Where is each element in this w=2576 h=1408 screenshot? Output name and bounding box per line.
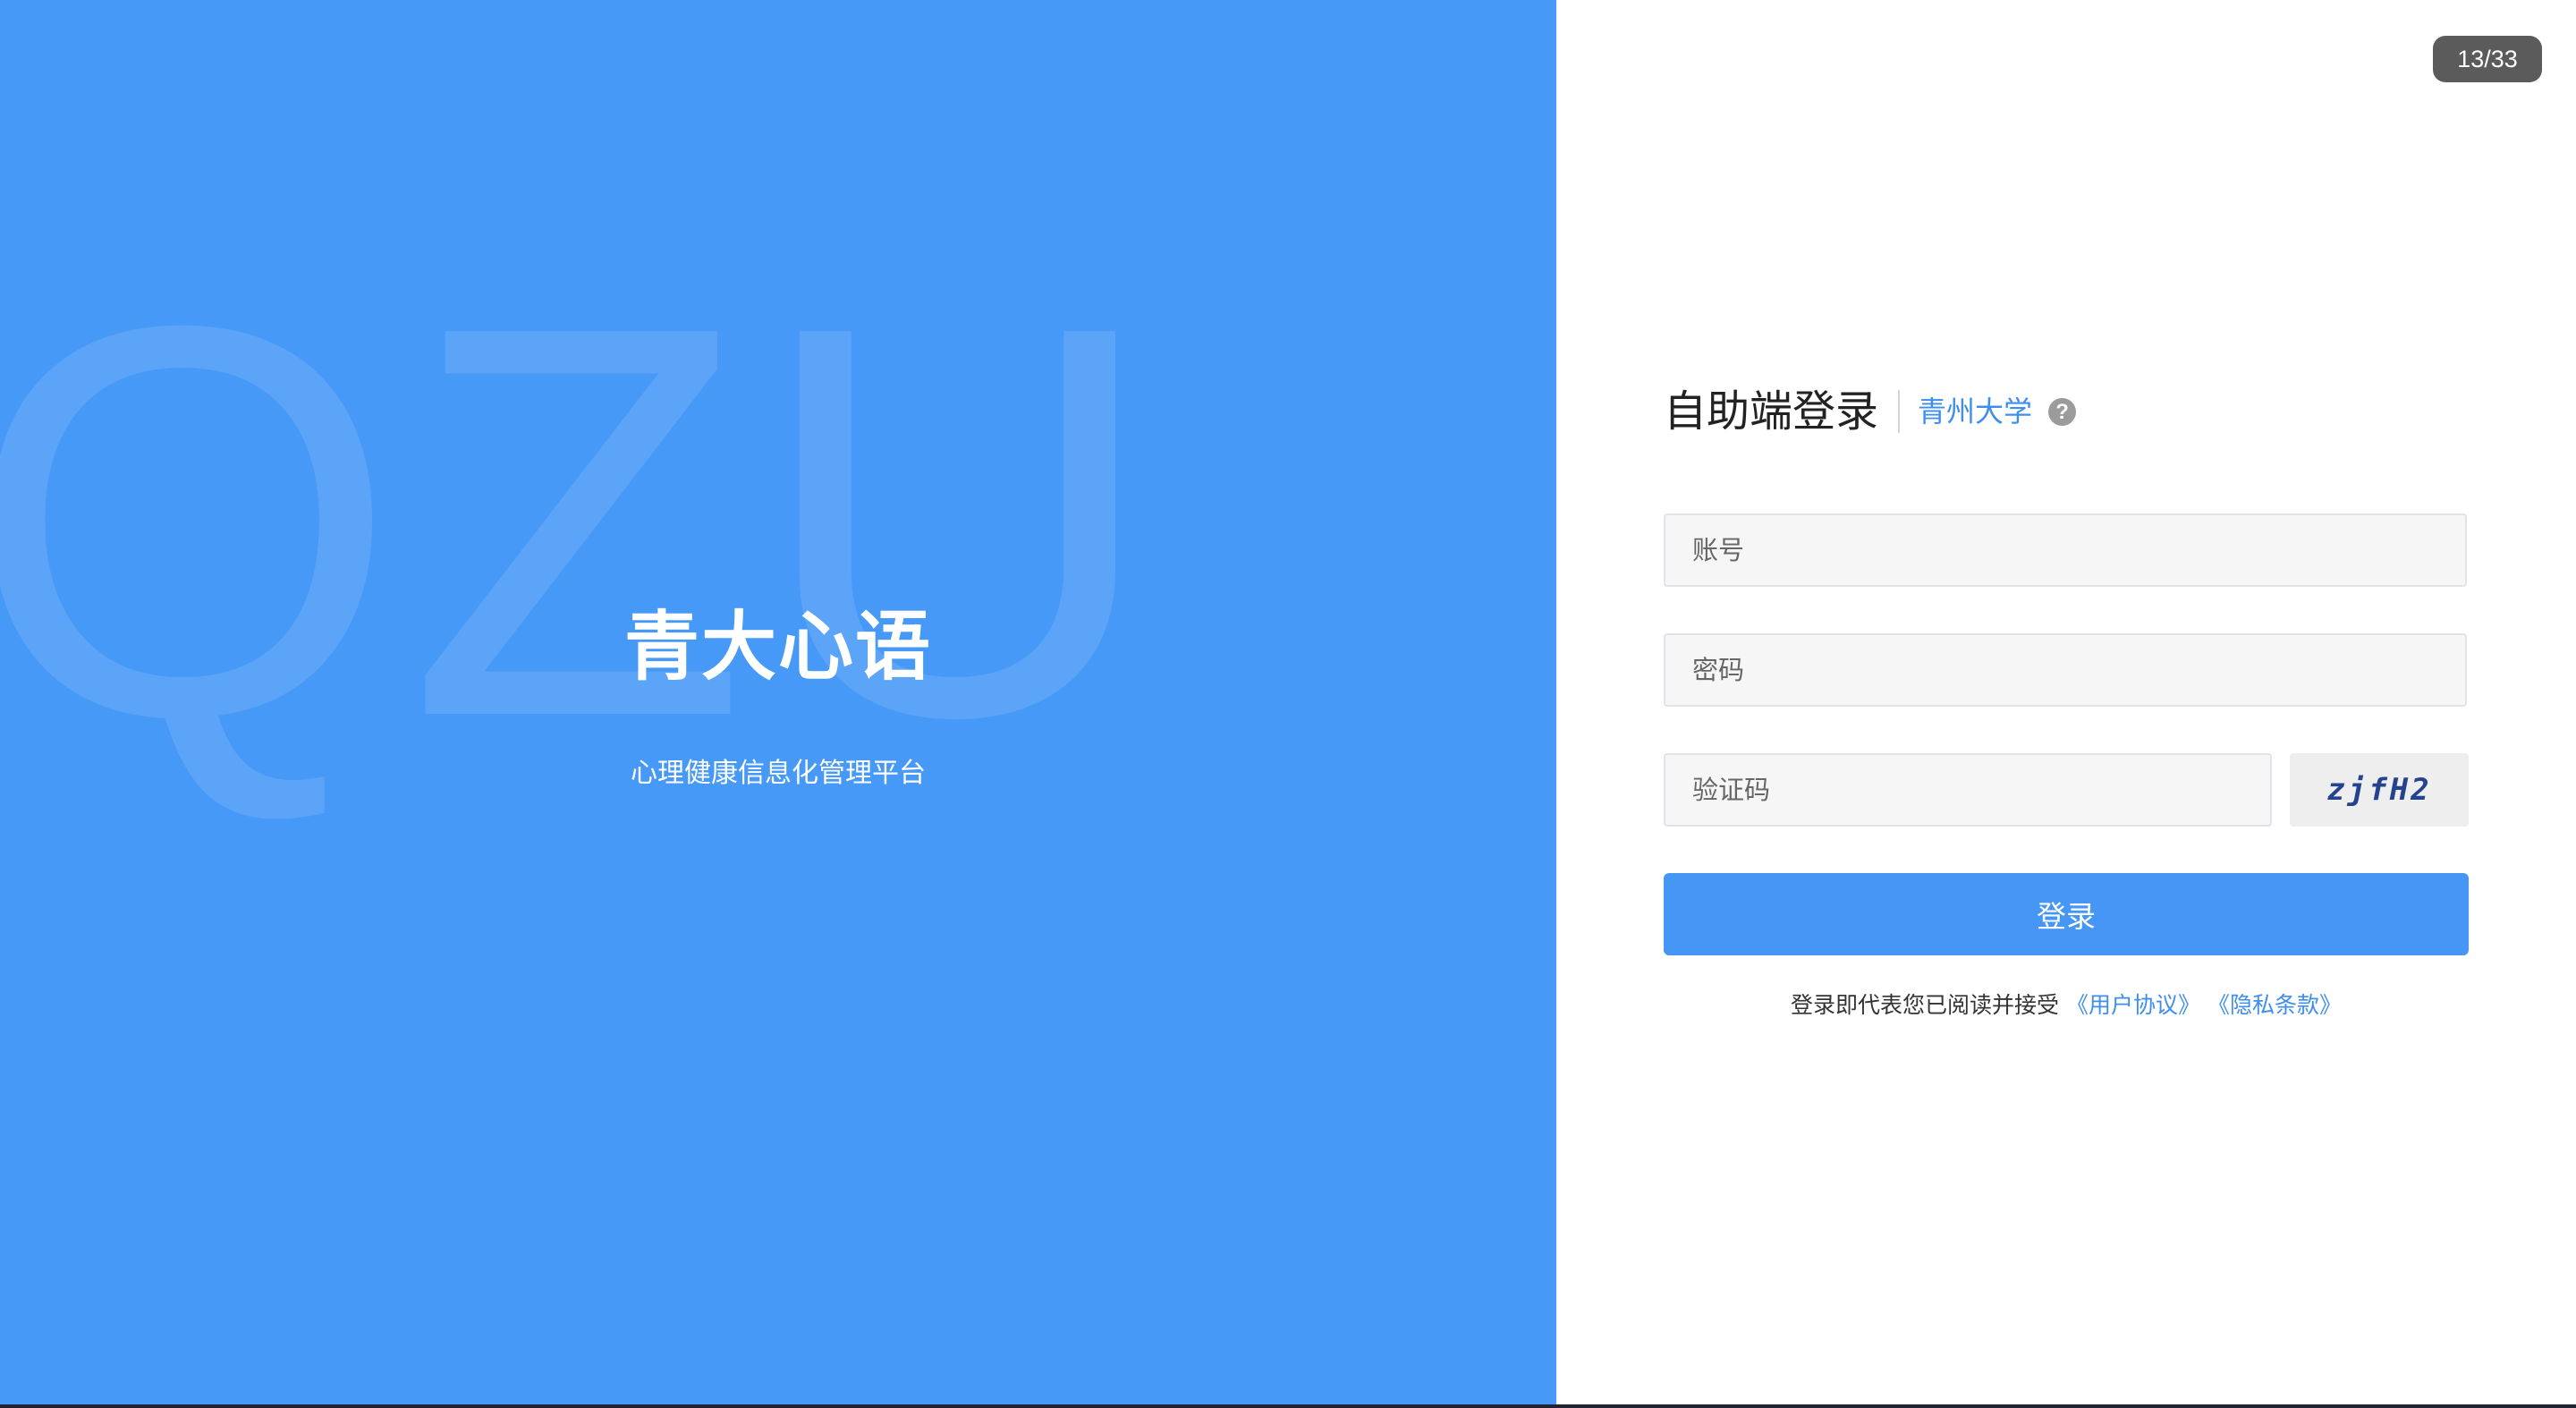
privacy-policy-link[interactable]: 《隐私条款》 xyxy=(2207,992,2342,1018)
bottom-strip xyxy=(0,1404,2576,1408)
brand-subtitle: 心理健康信息化管理平台 xyxy=(631,758,926,789)
agreement-text: 登录即代表您已阅读并接受 《用户协议》 《隐私条款》 xyxy=(1664,988,2469,1020)
login-page: QZU 青大心语 心理健康信息化管理平台 13/33 自助端登录 青州大学 ? … xyxy=(0,0,2576,1408)
login-title: 自助端登录 xyxy=(1664,386,1879,437)
help-icon[interactable]: ? xyxy=(2048,397,2077,426)
login-heading: 自助端登录 青州大学 ? xyxy=(1664,383,2469,440)
title-divider xyxy=(1898,390,1901,433)
captcha-input[interactable] xyxy=(1690,754,2245,826)
account-input[interactable] xyxy=(1690,514,2440,586)
brand-title: 青大心语 xyxy=(623,603,932,691)
login-form: 自助端登录 青州大学 ? zjfH2 登录 登录即代表您已阅读并接受 《用户协议… xyxy=(1664,383,2469,1018)
brand-panel: QZU 青大心语 心理健康信息化管理平台 xyxy=(0,0,1556,1404)
qzu-watermark: QZU xyxy=(0,210,1167,832)
school-name: 青州大学 xyxy=(1918,394,2033,428)
account-field[interactable] xyxy=(1664,513,2467,587)
password-field[interactable] xyxy=(1664,633,2467,707)
user-agreement-link[interactable]: 《用户协议》 xyxy=(2066,992,2200,1018)
agreement-prefix: 登录即代表您已阅读并接受 xyxy=(1791,992,2060,1018)
password-input[interactable] xyxy=(1690,634,2440,706)
page-counter: 13/33 xyxy=(2433,36,2542,82)
captcha-field[interactable] xyxy=(1664,753,2272,827)
captcha-image[interactable]: zjfH2 xyxy=(2290,753,2469,827)
login-button[interactable]: 登录 xyxy=(1664,873,2469,955)
